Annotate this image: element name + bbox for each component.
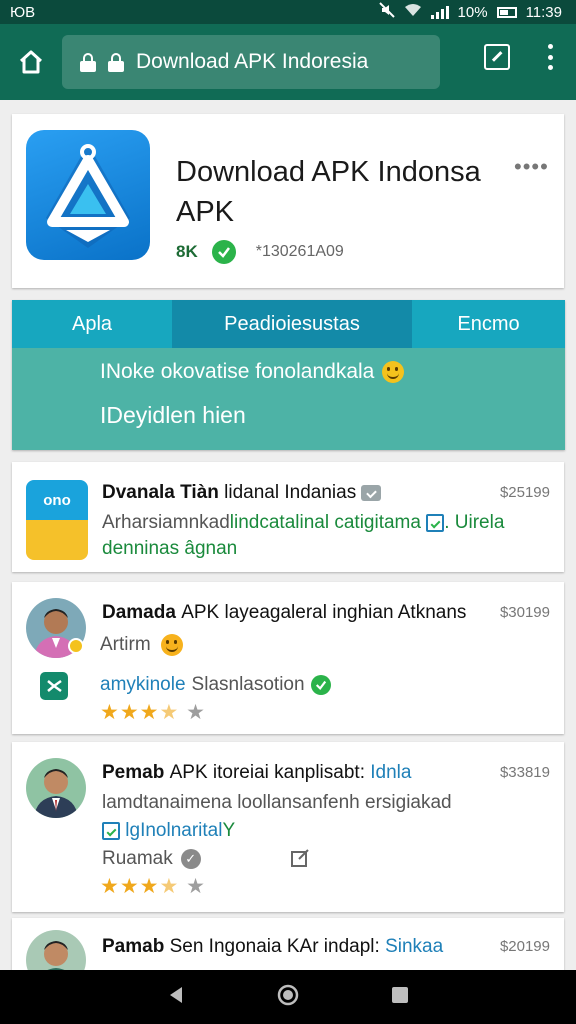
list-item[interactable]: Pamab Sen Ingonaia KAr indapl: Sinkaa $2… xyxy=(12,918,564,978)
tab-bar: Apla Peadioiesustas Encmo xyxy=(12,300,565,348)
panel-line-1: INoke okovatise fonolandkala xyxy=(100,360,375,383)
verified-doc-icon xyxy=(102,821,120,840)
tag-icon xyxy=(361,484,382,501)
item-price: $20199 xyxy=(499,938,550,955)
item-developer: Ruamak ✓ xyxy=(102,848,201,870)
site-lock-icon xyxy=(108,52,124,72)
back-icon[interactable] xyxy=(165,984,187,1011)
panel-line-2: IDeyidlen hien xyxy=(100,402,246,428)
signal-icon xyxy=(430,5,449,19)
panel-message: INoke okovatise fonolandkala xyxy=(100,360,405,384)
item-title: Damada APK layeagaleral inghian Atknans xyxy=(102,602,467,623)
developer-logo-icon xyxy=(40,672,68,700)
home-icon xyxy=(19,50,43,74)
more-options-icon[interactable]: •••• xyxy=(514,154,549,180)
item-description-2: denninas âgnan xyxy=(102,538,238,559)
rating-stars: ★★★★ ★ xyxy=(100,701,206,724)
emoji-badge-icon xyxy=(68,638,84,654)
battery-icon xyxy=(496,6,517,18)
item-description-2: lgInolnaritalY xyxy=(102,820,235,842)
category-panel: Apla Peadioiesustas Encmo INoke okovatis… xyxy=(12,300,565,450)
status-icons: 10% 11:39 xyxy=(378,2,562,22)
lock-icon xyxy=(80,52,96,72)
list-item[interactable]: Damada APK layeagaleral inghian Atknans … xyxy=(12,582,564,734)
emoji-icon xyxy=(160,634,183,656)
home-nav-icon[interactable] xyxy=(276,983,300,1012)
app-size: 8K xyxy=(176,242,198,261)
edit-icon[interactable] xyxy=(290,848,310,873)
verified-doc-icon xyxy=(426,513,445,532)
item-app-icon: ono xyxy=(26,480,88,560)
tab-apla[interactable]: Apla xyxy=(12,300,172,348)
item-title: Dvanala Tiàn lidanal Indanias xyxy=(102,482,382,504)
avatar xyxy=(26,758,86,818)
app-title: Download APK Indonsa APK xyxy=(176,156,481,228)
list-item[interactable]: ono Dvanala Tiàn lidanal Indanias $25199… xyxy=(12,462,564,572)
app-code: *130261A09 xyxy=(255,243,344,260)
share-icon: ✓ xyxy=(180,849,201,869)
url-text: Download APK Indoresia xyxy=(136,50,369,73)
item-developer: amykinole Slasnlasotion xyxy=(100,674,331,696)
item-price: $30199 xyxy=(499,604,550,621)
list-item[interactable]: Pemab APK itoreiai kanplisabt: Idnla $33… xyxy=(12,742,564,912)
browser-toolbar: Download APK Indoresia xyxy=(0,24,576,100)
status-left: ЮВ xyxy=(10,3,36,21)
item-price: $33819 xyxy=(499,764,550,781)
item-price: $25199 xyxy=(499,484,550,501)
app-icon[interactable] xyxy=(26,130,150,260)
smile-emoji-icon xyxy=(382,361,405,383)
status-bar: ЮВ 10% 11:39 xyxy=(0,0,576,24)
item-description: Arharsiamnkadlindcatalinal catigitama . … xyxy=(102,512,505,533)
rating-stars: ★★★★ ★ xyxy=(100,875,206,898)
tab-switcher-icon[interactable] xyxy=(484,44,510,70)
app-meta: 8K *130261A09 xyxy=(176,240,344,264)
tab-peadioiesustas[interactable]: Peadioiesustas xyxy=(172,300,412,348)
mute-icon xyxy=(378,2,395,22)
system-nav-bar xyxy=(0,970,576,1024)
more-vert-icon[interactable] xyxy=(538,40,562,74)
item-title: Pemab APK itoreiai kanplisabt: Idnla xyxy=(102,762,412,783)
item-description: lamdtanaimena loollansanfenh ersigiakad xyxy=(102,792,452,813)
clock: 11:39 xyxy=(525,3,562,21)
item-subtitle: Artirm xyxy=(100,634,183,656)
verified-icon xyxy=(310,675,331,695)
url-bar[interactable]: Download APK Indoresia xyxy=(62,35,440,89)
tab-encmo[interactable]: Encmo xyxy=(412,300,565,348)
home-button[interactable] xyxy=(0,24,62,100)
app-header-card: Download APK Indonsa APK •••• 8K *130261… xyxy=(12,114,564,288)
verified-icon xyxy=(211,240,236,264)
battery-percent: 10% xyxy=(457,3,488,21)
wifi-icon xyxy=(404,3,422,21)
recents-icon[interactable] xyxy=(389,984,411,1011)
item-title: Pamab Sen Ingonaia KAr indapl: Sinkaa xyxy=(102,936,444,957)
